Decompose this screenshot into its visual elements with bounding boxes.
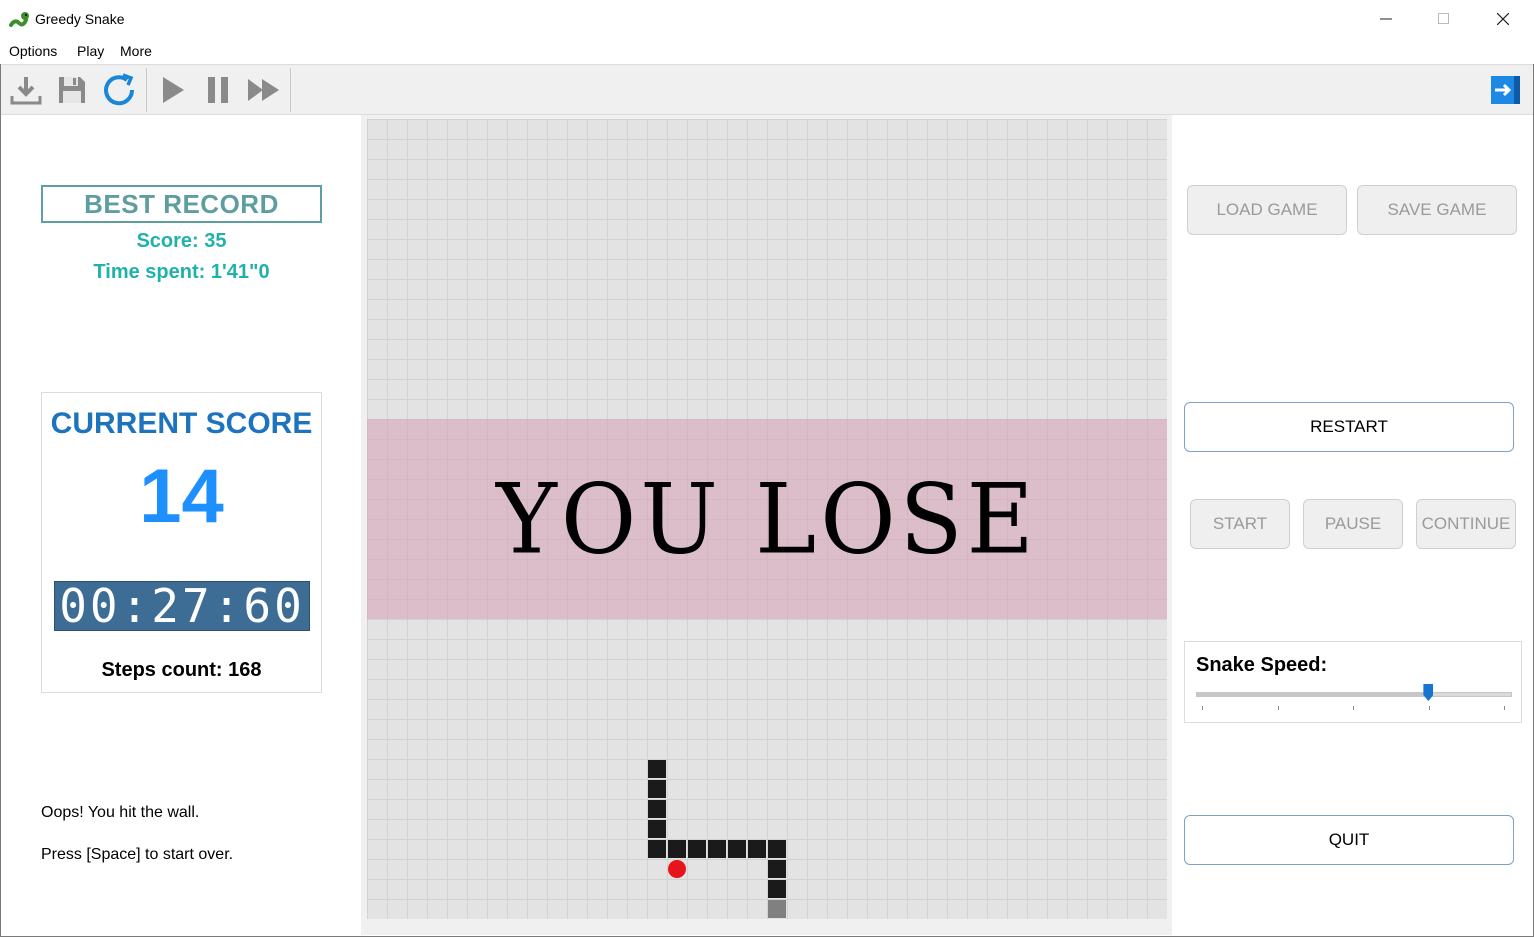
load-game-button[interactable]: LOAD GAME <box>1187 185 1347 235</box>
speed-slider[interactable] <box>1196 692 1512 697</box>
you-lose-banner: YOU LOSE <box>367 419 1167 619</box>
best-record-box: BEST RECORD <box>41 185 322 223</box>
restart-button[interactable]: RESTART <box>1184 402 1514 452</box>
board-container: YOU LOSE <box>361 115 1172 935</box>
snake-segment <box>768 860 786 878</box>
title-bar: Greedy Snake <box>0 0 1534 38</box>
slider-tick <box>1202 706 1203 710</box>
minimize-button[interactable] <box>1357 0 1415 38</box>
maximize-button[interactable] <box>1415 0 1473 38</box>
best-record-title: BEST RECORD <box>84 188 279 219</box>
snake-segment <box>648 820 666 838</box>
right-panel: LOAD GAME SAVE GAME RESTART START PAUSE … <box>1172 115 1533 935</box>
menu-more[interactable]: More <box>120 43 152 59</box>
slider-tick <box>1428 706 1430 710</box>
slider-tick <box>1353 706 1354 710</box>
current-score-title: CURRENT SCORE <box>50 407 313 440</box>
game-board[interactable]: YOU LOSE <box>367 119 1167 919</box>
snake-segment <box>648 840 666 858</box>
toolbar-separator <box>146 68 147 112</box>
speed-label: Snake Speed: <box>1196 654 1328 676</box>
you-lose-text: YOU LOSE <box>496 462 1038 576</box>
pause-icon[interactable] <box>198 71 238 109</box>
speed-slider-thumb[interactable] <box>1423 684 1434 701</box>
save-game-button[interactable]: SAVE GAME <box>1357 185 1517 235</box>
quit-button[interactable]: QUIT <box>1184 815 1514 865</box>
current-score-value: 14 <box>139 454 224 539</box>
snake-segment <box>728 840 746 858</box>
menu-play[interactable]: Play <box>77 43 104 59</box>
toolbar <box>1 64 1533 115</box>
pause-button[interactable]: PAUSE <box>1303 499 1403 549</box>
snake-segment <box>748 840 766 858</box>
play-icon[interactable] <box>152 71 192 109</box>
game-timer: 00:27:60 <box>54 579 310 633</box>
toolbar-separator <box>290 68 291 112</box>
window-title: Greedy Snake <box>35 11 125 27</box>
speed-panel: Snake Speed: <box>1184 641 1522 723</box>
snake-app-icon <box>9 10 29 28</box>
snake-segment <box>648 780 666 798</box>
snake-segment <box>708 840 726 858</box>
current-score-box: CURRENT SCORE 14 00:27:60 Steps count: 1… <box>41 392 322 693</box>
menu-options[interactable]: Options <box>9 43 57 59</box>
speed-slider-fill <box>1197 693 1430 696</box>
snake-segment <box>688 840 706 858</box>
download-icon[interactable] <box>6 71 46 109</box>
steps-count: Steps count: 168 <box>101 659 262 681</box>
snake-segment <box>648 760 666 778</box>
menu-bar: Options Play More <box>0 38 1534 64</box>
snake-segment <box>768 840 786 858</box>
slider-tick <box>1504 706 1505 710</box>
snake-segment <box>668 840 686 858</box>
best-time: Time spent: 1'41"0 <box>93 261 270 283</box>
snake-segment <box>648 800 666 818</box>
left-panel: BEST RECORD Score: 35 Time spent: 1'41"0… <box>1 115 361 935</box>
snake-segment <box>768 900 786 918</box>
status-message: Oops! You hit the wall. <box>41 804 200 821</box>
snake-segment <box>768 880 786 898</box>
exit-icon[interactable] <box>1486 71 1526 109</box>
start-button[interactable]: START <box>1190 499 1290 549</box>
status-hint: Press [Space] to start over. <box>41 846 234 863</box>
save-icon[interactable] <box>52 71 92 109</box>
best-score: Score: 35 <box>136 230 227 252</box>
fast-forward-icon[interactable] <box>244 71 284 109</box>
food-dot <box>668 860 686 878</box>
close-button[interactable] <box>1474 0 1532 38</box>
refresh-icon[interactable] <box>99 71 139 109</box>
continue-button[interactable]: CONTINUE <box>1416 499 1516 549</box>
slider-tick <box>1277 706 1279 710</box>
